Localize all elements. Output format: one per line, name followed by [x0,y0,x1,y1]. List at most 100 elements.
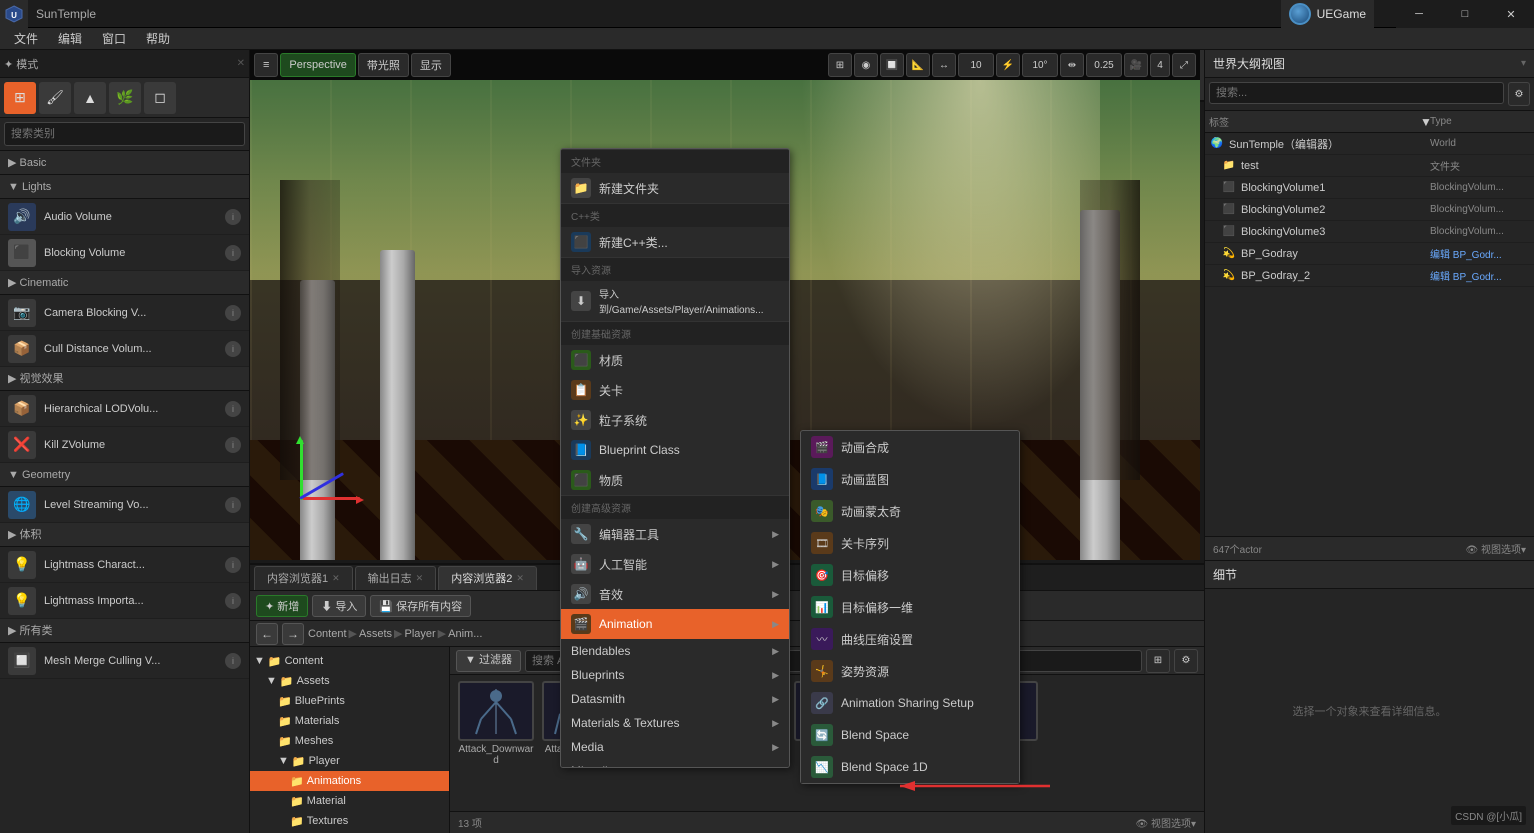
outliner-search-btn[interactable]: ⚙ [1508,82,1530,106]
search-input[interactable] [4,122,245,146]
vp-tool-4[interactable]: 📐 [906,53,930,77]
tool-placement[interactable]: ⊞ [4,82,36,114]
cm-import[interactable]: ⬇ 导入到/Game/Assets/Player/Animations... [561,281,789,321]
tab-content-browser-2[interactable]: 内容浏览器2 ✕ [438,566,537,590]
item-info-killz[interactable]: i [225,437,241,453]
cm-blendables[interactable]: Blendables ▶ [561,639,789,663]
tab-content-browser-1[interactable]: 内容浏览器1 ✕ [254,566,353,590]
list-item[interactable]: 💡 Lightmass Importa... i [0,583,249,619]
cm-material2[interactable]: ⬛ 物质 [561,465,789,495]
tree-item-material[interactable]: 📁 Material [250,791,449,811]
assets-settings-btn[interactable]: ⚙ [1174,649,1198,673]
breadcrumb-anim[interactable]: Anim... [448,628,482,640]
modes-close[interactable]: ✕ [237,58,245,69]
list-item[interactable]: ⬛ Blocking Volume i [0,235,249,271]
menu-edit[interactable]: 编辑 [48,28,92,50]
menu-file[interactable]: 文件 [4,28,48,50]
menu-help[interactable]: 帮助 [136,28,180,50]
cm-editor-tools[interactable]: 🔧 编辑器工具 ▶ [561,519,789,549]
tab-output-log[interactable]: 输出日志 ✕ [355,566,437,590]
cm-ai[interactable]: 🤖 人工智能 ▶ [561,549,789,579]
outliner-item-bv1[interactable]: ⬛ BlockingVolume1 BlockingVolum... [1205,177,1534,199]
section-lights[interactable]: ▼ Lights [0,175,249,199]
tree-item-player[interactable]: ▼ 📁 Player [250,751,449,771]
vp-lit-btn[interactable]: 带光照 [358,53,409,77]
tree-item-textures-player[interactable]: 📁 Textures [250,811,449,831]
tree-item-assets[interactable]: ▼ 📁 Assets [250,671,449,691]
vp-maximize[interactable]: ⤢ [1172,53,1196,77]
vp-perspective-btn[interactable]: Perspective [280,53,355,77]
section-basic[interactable]: ▶ Basic [0,151,249,175]
asset-walking[interactable]: Walking [960,681,1040,755]
tree-item-meshes[interactable]: 📁 Meshes [250,731,449,751]
item-info-levelstream[interactable]: i [225,497,241,513]
item-info-lightmass-char[interactable]: i [225,557,241,573]
section-geometry[interactable]: ▼ Geometry [0,463,249,487]
tree-item-blueprints[interactable]: 📁 BluePrints [250,691,449,711]
outliner-search-input[interactable] [1209,82,1504,104]
tab-close-1[interactable]: ✕ [332,573,340,584]
item-info-audio[interactable]: i [225,209,241,225]
new-button[interactable]: ✦ 新增 [256,595,308,617]
item-info-cull[interactable]: i [225,341,241,357]
cm-new-cpp[interactable]: ⬛ 新建C++类... [561,227,789,257]
cm-misc[interactable]: Miscellaneous ▶ [561,759,789,768]
item-info-camera[interactable]: i [225,305,241,321]
tool-landscape[interactable]: ▲ [74,82,106,114]
tool-geometry[interactable]: ◻ [144,82,176,114]
vp-tool-2[interactable]: ◉ [854,53,878,77]
vp-tool-3[interactable]: 🔲 [880,53,904,77]
cm-particle[interactable]: ✨ 粒子系统 [561,405,789,435]
cm-datasmith[interactable]: Datasmith ▶ [561,687,789,711]
section-all[interactable]: ▶ 所有类 [0,619,249,643]
vp-show-btn[interactable]: 显示 [411,53,451,77]
assets-view-btn[interactable]: ⊞ [1146,649,1170,673]
nav-forward[interactable]: → [282,623,304,645]
item-info-meshmerge[interactable]: i [225,653,241,669]
vp-cam-val[interactable]: 4 [1150,53,1170,77]
outliner-item-test[interactable]: 📁 test 文件夹 [1205,155,1534,177]
vp-tool-5[interactable]: ↔ [932,53,956,77]
cm-animation[interactable]: 🎬 Animation ▶ [561,609,789,639]
cm-blueprints[interactable]: Blueprints ▶ [561,663,789,687]
import-button[interactable]: ⬇ 导入 [312,595,366,617]
list-item[interactable]: 📷 Camera Blocking V... i [0,295,249,331]
list-item[interactable]: 📦 Cull Distance Volum... i [0,331,249,367]
vp-scale-val[interactable]: 0.25 [1086,53,1122,77]
breadcrumb-content[interactable]: Content [308,628,347,640]
list-item[interactable]: 🔲 Mesh Merge Culling V... i [0,643,249,679]
section-volume[interactable]: ▶ 体积 [0,523,249,547]
outliner-options[interactable]: ▾ [1521,58,1526,69]
list-item[interactable]: 🌐 Level Streaming Vo... i [0,487,249,523]
asset-sprinting[interactable]: Sprinting_WithWeapon [876,681,956,766]
vp-cam-speed[interactable]: 🎥 [1124,53,1148,77]
item-info-blocking[interactable]: i [225,245,241,261]
outliner-item-bv3[interactable]: ⬛ BlockingVolume3 BlockingVolum... [1205,221,1534,243]
vp-menu-btn[interactable]: ≡ [254,53,278,77]
cm-audio[interactable]: 🔊 音效 ▶ [561,579,789,609]
outliner-item-godray2[interactable]: 💫 BP_Godray_2 编辑 BP_Godr... [1205,265,1534,287]
tree-item-materials[interactable]: 📁 Materials [250,711,449,731]
context-menu[interactable]: 文件夹 📁 新建文件夹 C++类 ⬛ 新建C++类... 导入资源 ⬇ 导入到/… [560,148,790,768]
cm-level[interactable]: 📋 关卡 [561,375,789,405]
vp-scale[interactable]: ⇹ [1060,53,1084,77]
outliner-item-suntemple[interactable]: 🌍 SunTemple（编辑器） World [1205,133,1534,155]
tab-close-3[interactable]: ✕ [516,573,524,584]
maximize-button[interactable]: □ [1442,0,1488,28]
asset-attack-down[interactable]: Attack_Downward [456,681,536,766]
cm-material[interactable]: ⬛ 材质 [561,345,789,375]
menu-window[interactable]: 窗口 [92,28,136,50]
tree-item-content[interactable]: ▼ 📁 Content [250,651,449,671]
breadcrumb-assets[interactable]: Assets [359,628,392,640]
close-button[interactable]: ✕ [1488,0,1534,28]
item-info-lightmass-imp[interactable]: i [225,593,241,609]
nav-back[interactable]: ← [256,623,278,645]
view-options-btn[interactable]: 👁 视图选项▾ [1466,541,1527,556]
item-info-hlod[interactable]: i [225,401,241,417]
vp-snap[interactable]: ⚡ [996,53,1020,77]
asset-run[interactable] [792,681,872,744]
cm-new-folder[interactable]: 📁 新建文件夹 [561,173,789,203]
vp-tool-1[interactable]: ⊞ [828,53,852,77]
section-visual[interactable]: ▶ 视觉效果 [0,367,249,391]
list-item[interactable]: 📦 Hierarchical LODVolu... i [0,391,249,427]
